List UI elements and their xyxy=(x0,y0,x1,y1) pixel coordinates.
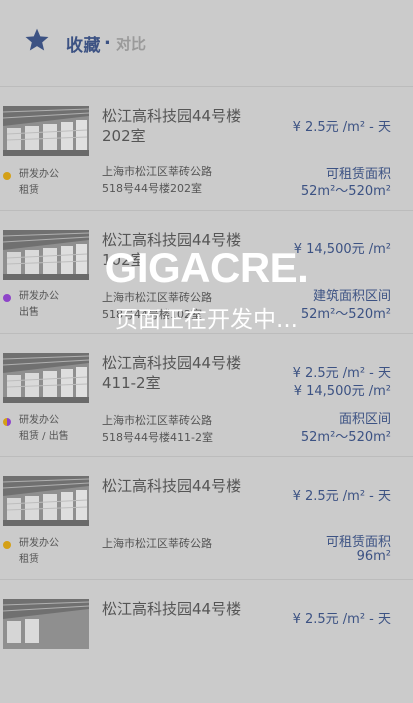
deal-type-label: 租赁 xyxy=(19,554,39,565)
property-thumbnail xyxy=(3,106,89,156)
brand-logo: GIGACRE. xyxy=(104,244,309,291)
list-item[interactable]: 研发办公 租赁 / 出售 松江高科技园44号楼411-2室 ¥ 2.5元 /m²… xyxy=(0,334,413,457)
area-value: 52m²～520m² xyxy=(300,430,391,445)
category-dot xyxy=(3,418,11,426)
title-separator: . xyxy=(104,28,111,49)
property-thumbnail xyxy=(3,353,89,403)
price-rent: ¥ 2.5元 /m² - 天 xyxy=(292,489,391,504)
property-name: 松江高科技园44号楼202室 xyxy=(102,107,242,145)
address-line: 上海市松江区莘砖公路 xyxy=(102,537,212,550)
property-name: 松江高科技园44号楼 xyxy=(102,477,242,495)
property-name: 松江高科技园44号楼 xyxy=(102,600,242,618)
property-thumbnail xyxy=(3,599,89,649)
address-line: 518号44号楼202室 xyxy=(102,182,202,195)
star-icon xyxy=(25,28,49,51)
category-label: 研发办公 xyxy=(19,538,59,549)
category-label: 研发办公 xyxy=(19,415,59,426)
tab-favorites[interactable]: 收藏 xyxy=(66,31,101,56)
tab-compare[interactable]: 对比 xyxy=(116,33,146,54)
property-address: 上海市松江区莘砖公路 xyxy=(102,535,272,552)
price-sale: ¥ 14,500元 /m² xyxy=(293,384,391,399)
property-address: 上海市松江区莘砖公路 518号44号楼202室 xyxy=(102,163,272,197)
category-tag: 研发办公 租赁 xyxy=(19,536,59,568)
under-development-message: 页面正在开发中... xyxy=(115,307,298,333)
area-value: 52m²～520m² xyxy=(300,184,391,199)
address-line: 上海市松江区莘砖公路 xyxy=(102,165,212,178)
property-thumbnail xyxy=(3,476,89,526)
area-label: 可租赁面积 xyxy=(325,535,391,550)
category-tag: 研发办公 租赁 / 出售 xyxy=(19,413,69,445)
header-bar: 收藏 . 对比 xyxy=(0,0,413,86)
price-rent: ¥ 2.5元 /m² - 天 xyxy=(292,366,391,381)
category-label: 研发办公 xyxy=(19,169,59,180)
category-tag: 研发办公 租赁 xyxy=(19,167,59,199)
deal-type-label: 租赁 / 出售 xyxy=(19,431,69,442)
address-line: 上海市松江区莘砖公路 xyxy=(102,414,212,427)
list-item[interactable]: 研发办公 租赁 松江高科技园44号楼 ¥ 2.5元 /m² - 天 上海市松江区… xyxy=(0,457,413,580)
category-dot xyxy=(3,541,11,549)
category-dot xyxy=(3,172,11,180)
property-address: 上海市松江区莘砖公路 518号44号楼411-2室 xyxy=(102,412,272,446)
property-name: 松江高科技园44号楼411-2室 xyxy=(102,354,242,392)
area-value: 96m² xyxy=(356,549,391,564)
area-label: 面积区间 xyxy=(338,412,391,427)
address-line: 518号44号楼411-2室 xyxy=(102,431,213,444)
price-rent: ¥ 2.5元 /m² - 天 xyxy=(292,120,391,135)
deal-type-label: 租赁 xyxy=(19,185,39,196)
list-item[interactable]: 研发办公 租赁 松江高科技园44号楼202室 ¥ 2.5元 /m² - 天 上海… xyxy=(0,87,413,210)
list-item[interactable]: 松江高科技园44号楼 ¥ 2.5元 /m² - 天 xyxy=(0,580,413,703)
